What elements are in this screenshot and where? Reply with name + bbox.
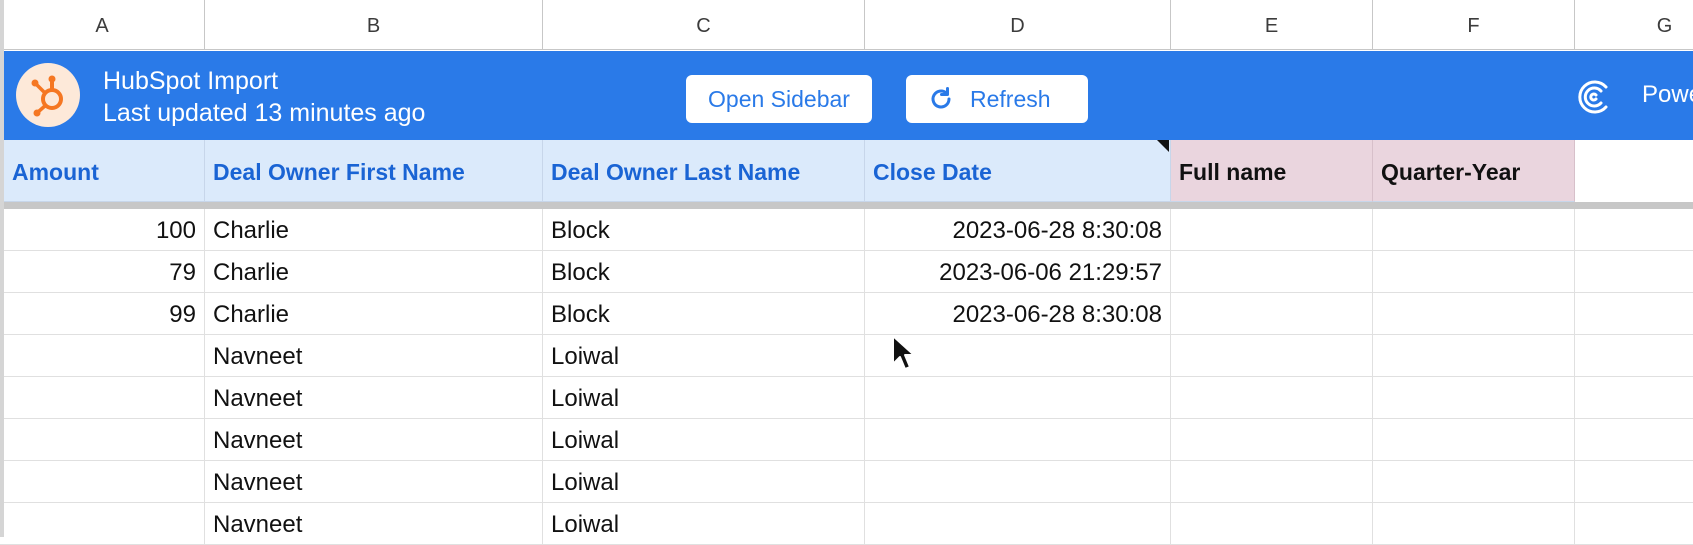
table-row: Navneet Loiwal — [0, 461, 1693, 503]
column-header-g[interactable]: G — [1575, 0, 1693, 50]
cell-quarter-year[interactable] — [1373, 461, 1575, 503]
refresh-button[interactable]: Refresh — [906, 75, 1088, 123]
cell-first-name[interactable]: Charlie — [205, 209, 543, 251]
cell-quarter-year[interactable] — [1373, 335, 1575, 377]
column-header-e[interactable]: E — [1171, 0, 1373, 50]
cell-full-name[interactable] — [1171, 335, 1373, 377]
column-header-f[interactable]: F — [1373, 0, 1575, 50]
cell-full-name[interactable] — [1171, 503, 1373, 545]
cell-quarter-year[interactable] — [1373, 209, 1575, 251]
cell-full-name[interactable] — [1171, 419, 1373, 461]
cell-full-name[interactable] — [1171, 251, 1373, 293]
field-header-deal-owner-first-name[interactable]: Deal Owner First Name — [205, 140, 543, 202]
cell-amount[interactable] — [0, 335, 205, 377]
cell-close-date[interactable]: 2023-06-28 8:30:08 — [865, 209, 1171, 251]
cell-quarter-year[interactable] — [1373, 377, 1575, 419]
field-header-row: Amount Deal Owner First Name Deal Owner … — [0, 140, 1693, 202]
cell-amount[interactable]: 99 — [0, 293, 205, 335]
column-header-a[interactable]: A — [0, 0, 205, 50]
cell-last-name[interactable]: Loiwal — [543, 503, 865, 545]
cell-close-date[interactable] — [865, 503, 1171, 545]
cell-last-name[interactable]: Loiwal — [543, 377, 865, 419]
cell-amount[interactable] — [0, 419, 205, 461]
spreadsheet-grid: A B C D E F G HubSpot Import Last update… — [0, 0, 1693, 545]
table-row: Navneet Loiwal — [0, 503, 1693, 545]
hubspot-logo — [16, 63, 80, 127]
cell-close-date[interactable] — [865, 377, 1171, 419]
cell-first-name[interactable]: Navneet — [205, 335, 543, 377]
field-header-full-name[interactable]: Full name — [1171, 140, 1373, 202]
column-header-bar: A B C D E F G — [0, 0, 1693, 51]
cell-quarter-year[interactable] — [1373, 293, 1575, 335]
cell-g[interactable] — [1575, 503, 1693, 545]
cell-last-name[interactable]: Block — [543, 293, 865, 335]
hubspot-import-banner: HubSpot Import Last updated 13 minutes a… — [4, 51, 1693, 140]
banner-title: HubSpot Import — [103, 67, 279, 95]
powered-by-text: Powe — [1642, 81, 1693, 108]
cell-quarter-year[interactable] — [1373, 251, 1575, 293]
cell-close-date[interactable] — [865, 419, 1171, 461]
cell-last-name[interactable]: Block — [543, 209, 865, 251]
cell-amount[interactable]: 100 — [0, 209, 205, 251]
cell-g[interactable] — [1575, 419, 1693, 461]
cell-full-name[interactable] — [1171, 293, 1373, 335]
column-header-d[interactable]: D — [865, 0, 1171, 50]
last-updated-text: Last updated 13 minutes ago — [103, 99, 426, 127]
cell-g[interactable] — [1575, 251, 1693, 293]
cell-first-name[interactable]: Navneet — [205, 419, 543, 461]
frozen-row-divider[interactable] — [0, 202, 1693, 209]
cell-g[interactable] — [1575, 209, 1693, 251]
cell-first-name[interactable]: Navneet — [205, 461, 543, 503]
table-row: Navneet Loiwal — [0, 377, 1693, 419]
column-header-c[interactable]: C — [543, 0, 865, 50]
cell-amount[interactable] — [0, 461, 205, 503]
cell-quarter-year[interactable] — [1373, 503, 1575, 545]
refresh-icon — [931, 87, 951, 109]
cell-first-name[interactable]: Navneet — [205, 503, 543, 545]
cell-g[interactable] — [1575, 461, 1693, 503]
cell-first-name[interactable]: Charlie — [205, 251, 543, 293]
cell-close-date[interactable]: 2023-06-28 8:30:08 — [865, 293, 1171, 335]
column-header-b[interactable]: B — [205, 0, 543, 50]
hubspot-sprocket-icon — [31, 75, 63, 117]
cell-full-name[interactable] — [1171, 377, 1373, 419]
table-row: 99 Charlie Block 2023-06-28 8:30:08 — [0, 293, 1693, 335]
cell-first-name[interactable]: Navneet — [205, 377, 543, 419]
cell-g[interactable] — [1575, 335, 1693, 377]
cell-g[interactable] — [1575, 377, 1693, 419]
cell-last-name[interactable]: Loiwal — [543, 335, 865, 377]
cell-last-name[interactable]: Loiwal — [543, 419, 865, 461]
cell-close-date[interactable]: 2023-06-06 21:29:57 — [865, 251, 1171, 293]
cell-last-name[interactable]: Loiwal — [543, 461, 865, 503]
field-header-close-date[interactable]: Close Date — [865, 140, 1171, 202]
cell-full-name[interactable] — [1171, 209, 1373, 251]
cell-last-name[interactable]: Block — [543, 251, 865, 293]
cell-amount[interactable] — [0, 503, 205, 545]
cell-full-name[interactable] — [1171, 461, 1373, 503]
cell-close-date[interactable] — [865, 461, 1171, 503]
field-header-amount[interactable]: Amount — [4, 140, 205, 202]
cell-amount[interactable] — [0, 377, 205, 419]
cell-g[interactable] — [1575, 293, 1693, 335]
table-row: 100 Charlie Block 2023-06-28 8:30:08 — [0, 209, 1693, 251]
cell-note-indicator — [1157, 140, 1169, 152]
row-header-edge — [0, 0, 4, 537]
open-sidebar-button[interactable]: Open Sidebar — [686, 75, 872, 123]
table-row: 79 Charlie Block 2023-06-06 21:29:57 — [0, 251, 1693, 293]
table-row: Navneet Loiwal — [0, 335, 1693, 377]
cell-quarter-year[interactable] — [1373, 419, 1575, 461]
field-header-quarter-year[interactable]: Quarter-Year — [1373, 140, 1575, 202]
cell-amount[interactable]: 79 — [0, 251, 205, 293]
cell-first-name[interactable]: Charlie — [205, 293, 543, 335]
coefficient-logo-icon — [1578, 80, 1608, 114]
mouse-pointer-icon — [892, 335, 915, 370]
table-row: Navneet Loiwal — [0, 419, 1693, 461]
field-header-deal-owner-last-name[interactable]: Deal Owner Last Name — [543, 140, 865, 202]
refresh-button-label: Refresh — [970, 86, 1051, 112]
